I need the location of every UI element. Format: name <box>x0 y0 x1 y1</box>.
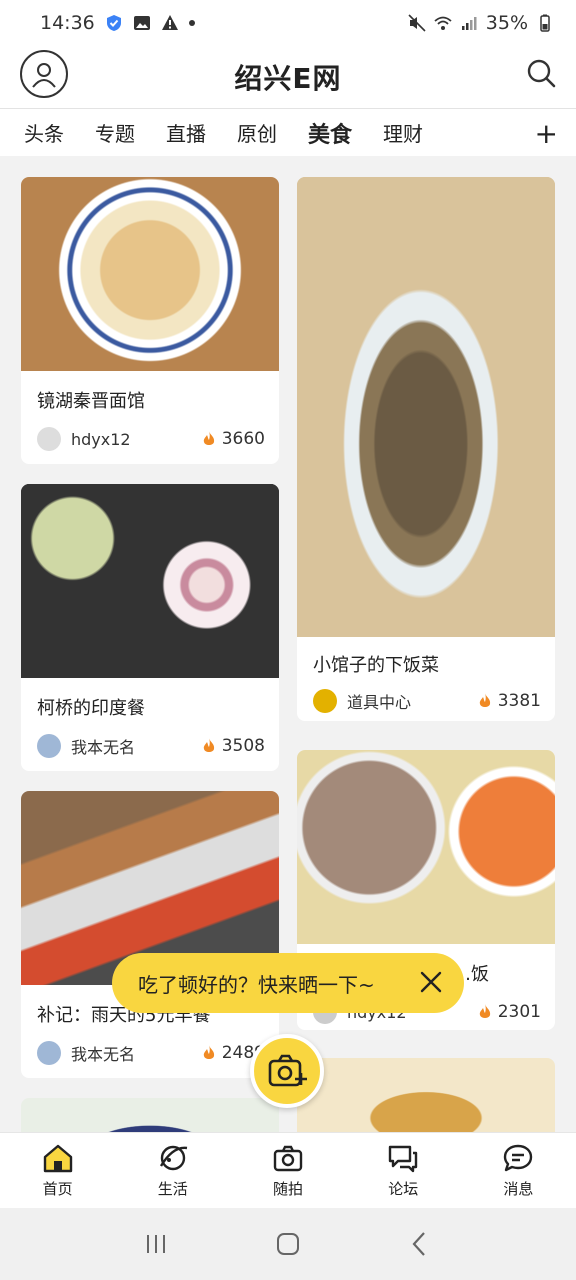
post-card[interactable]: 柯桥的印度餐 我本无名 3508 <box>21 484 279 771</box>
tab-zhibo[interactable]: 直播 <box>166 109 206 157</box>
post-meta: 我本无名 3508 <box>37 734 265 758</box>
heat-value: 2301 <box>497 1002 541 1022</box>
nav-snapshot-label: 随拍 <box>273 1180 304 1198</box>
post-card[interactable]: 镜湖秦晋面馆 hdyx12 3660 <box>21 177 279 464</box>
nav-life-label: 生活 <box>157 1180 188 1198</box>
mute-icon <box>408 14 426 32</box>
post-photo-button[interactable] <box>250 1034 324 1108</box>
post-image <box>297 177 555 637</box>
nav-messages-label: 消息 <box>503 1180 534 1198</box>
shield-icon <box>106 15 121 31</box>
share-prompt[interactable]: 吃了顿好的？快来晒一下~ <box>112 953 464 1013</box>
flame-icon <box>479 693 490 707</box>
tab-meishi[interactable]: 美食 <box>308 109 352 157</box>
warning-icon <box>161 15 178 30</box>
profile-button[interactable] <box>20 50 68 98</box>
post-image <box>297 750 555 944</box>
nav-home-label: 首页 <box>42 1180 73 1198</box>
notification-dot <box>188 20 195 26</box>
post-author[interactable]: 道具中心 <box>347 689 411 713</box>
app-logo: 绍兴E网 <box>234 62 342 95</box>
avatar[interactable] <box>37 734 61 758</box>
post-card[interactable]: 补记：雨天的5元早餐 我本无名 2489 <box>21 791 279 1078</box>
image-icon <box>133 16 150 30</box>
tab-licai[interactable]: 理财 <box>383 109 423 157</box>
battery-percent: 35% <box>485 12 528 34</box>
wifi-icon <box>434 16 452 30</box>
bottom-nav: 首页 生活 随拍 论坛 消息 <box>0 1132 576 1208</box>
search-icon[interactable] <box>526 58 556 88</box>
post-image <box>21 484 279 678</box>
camera-icon <box>273 1145 303 1172</box>
post-meta: 道具中心 3381 <box>313 689 541 713</box>
avatar[interactable] <box>37 1041 61 1065</box>
close-icon[interactable] <box>418 969 444 995</box>
app-header: 绍兴E网 <box>0 46 576 108</box>
planet-icon <box>159 1145 187 1171</box>
post-card[interactable]: 小馆子的下饭菜 道具中心 3381 <box>297 177 555 721</box>
message-icon <box>504 1144 533 1172</box>
status-time: 14:36 <box>40 12 95 34</box>
avatar[interactable] <box>37 427 61 451</box>
person-icon <box>32 63 56 88</box>
nav-forum-label: 论坛 <box>388 1180 419 1198</box>
home-icon <box>43 1144 72 1173</box>
flame-icon <box>203 738 214 752</box>
battery-icon <box>540 14 550 32</box>
status-bar: 14:36 35% <box>0 0 576 46</box>
post-image <box>21 1098 279 1132</box>
tab-yuanchuang[interactable]: 原创 <box>237 109 277 157</box>
home-button-icon[interactable] <box>273 1229 303 1259</box>
heat-count: 3381 <box>478 691 541 711</box>
heat-count: 2301 <box>478 1002 541 1022</box>
flame-icon <box>479 1004 490 1018</box>
forum-icon <box>389 1145 418 1173</box>
system-nav-bar <box>0 1208 576 1280</box>
nav-life[interactable]: 生活 <box>115 1133 230 1208</box>
tab-toutiao[interactable]: 头条 <box>24 109 64 157</box>
avatar[interactable] <box>313 689 337 713</box>
tab-zhuanti[interactable]: 专题 <box>95 109 135 157</box>
heat-value: 3508 <box>221 736 265 756</box>
flame-icon <box>203 1045 214 1059</box>
post-author[interactable]: hdyx12 <box>71 430 131 449</box>
post-image <box>297 1058 555 1132</box>
signal-icon <box>461 17 477 30</box>
heat-value: 3660 <box>221 429 265 449</box>
heat-count: 3660 <box>202 429 265 449</box>
nav-snapshot[interactable]: 随拍 <box>230 1133 345 1208</box>
post-meta: 我本无名 2489 <box>37 1041 265 1065</box>
post-card[interactable] <box>21 1098 279 1132</box>
post-image <box>21 177 279 371</box>
add-tab-button[interactable]: + <box>535 117 558 150</box>
share-prompt-text: 吃了顿好的？快来晒一下~ <box>138 972 375 997</box>
flame-icon <box>203 431 214 445</box>
post-author[interactable]: 我本无名 <box>71 1041 135 1065</box>
recent-apps-icon[interactable] <box>141 1229 171 1259</box>
post-title: 镜湖秦晋面馆 <box>37 391 145 412</box>
post-title: 柯桥的印度餐 <box>37 698 145 719</box>
heat-value: 3381 <box>497 691 541 711</box>
camera-add-icon <box>268 1054 307 1087</box>
nav-messages[interactable]: 消息 <box>461 1133 576 1208</box>
heat-count: 3508 <box>202 736 265 756</box>
category-tabs: 头条 专题 直播 原创 美食 理财 + <box>0 108 576 156</box>
post-title: 小馆子的下饭菜 <box>313 655 439 676</box>
post-author[interactable]: 我本无名 <box>71 734 135 758</box>
nav-home[interactable]: 首页 <box>0 1133 115 1208</box>
back-icon[interactable] <box>405 1229 435 1259</box>
post-card[interactable] <box>297 1058 555 1132</box>
post-meta: hdyx12 3660 <box>37 427 265 451</box>
nav-forum[interactable]: 论坛 <box>346 1133 461 1208</box>
